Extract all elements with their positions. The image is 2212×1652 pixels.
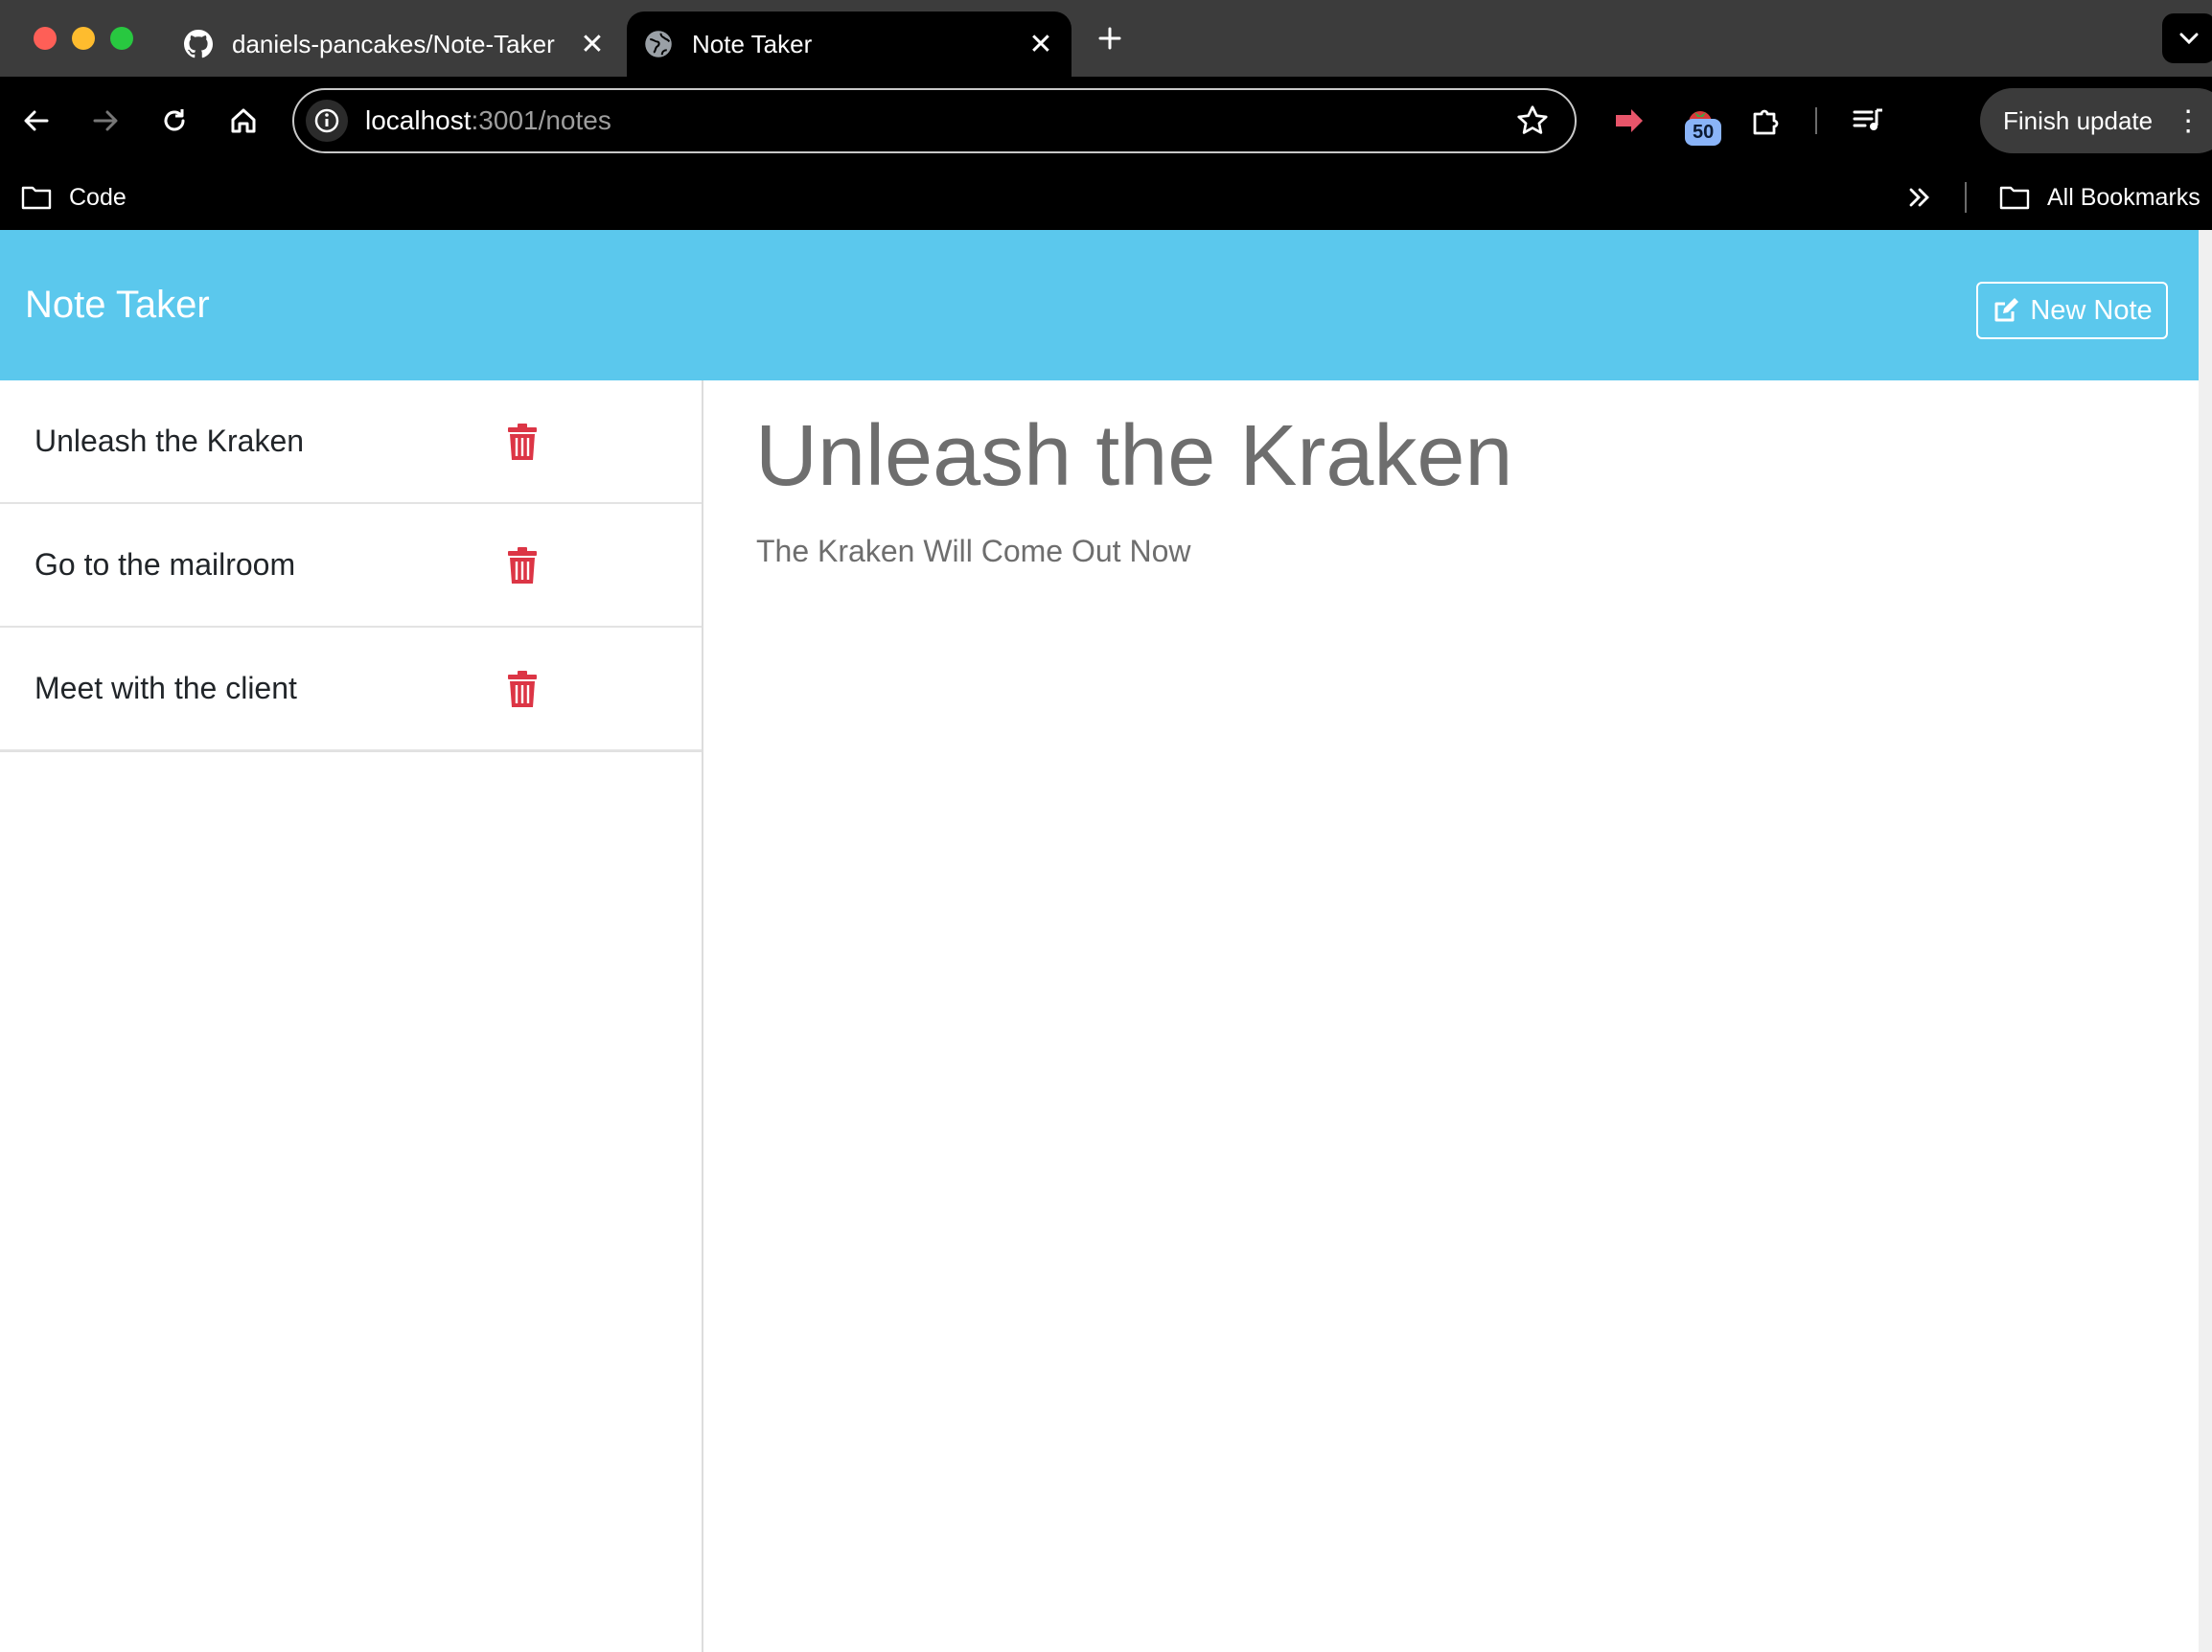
trash-icon[interactable] [506,546,539,585]
folder-icon [1999,185,2030,210]
bookmark-label: Code [69,183,127,211]
all-bookmarks-button[interactable]: All Bookmarks [1999,165,2200,230]
github-icon [184,30,213,58]
new-note-label: New Note [2030,294,2153,326]
folder-icon [21,185,52,210]
note-list-item[interactable]: Unleash the Kraken [0,380,702,504]
note-text-input[interactable]: The Kraken Will Come Out Now [756,534,1190,569]
trash-icon[interactable] [506,670,539,708]
address-bar[interactable]: localhost:3001/notes [292,88,1577,153]
tab-title: Note Taker [692,29,813,58]
notes-sidebar: Unleash the Kraken Go to the mailroom Me… [0,380,703,1652]
note-item-title: Meet with the client [35,671,297,705]
url-path: :3001/notes [471,105,611,135]
trash-icon[interactable] [506,423,539,461]
globe-icon [644,30,673,58]
zoom-window-button[interactable] [110,27,133,50]
tab-note-taker[interactable]: Note Taker ✕ [627,11,1071,77]
home-icon[interactable] [220,98,266,144]
note-list-item[interactable]: Meet with the client [0,628,702,751]
url-host: localhost [365,105,472,135]
edit-icon [1992,296,2020,325]
close-tab-icon[interactable]: ✕ [573,25,611,63]
bookmarks-overflow-chevron-icon[interactable] [1907,165,1932,230]
extension-arrow-icon[interactable] [1606,98,1652,144]
more-options-icon[interactable]: ⋮ [2174,104,2202,138]
browser-toolbar: localhost:3001/notes Finish update ⋮ [0,77,2212,165]
extensions-puzzle-icon[interactable] [1742,98,1788,144]
note-list-item[interactable]: Go to the mailroom [0,504,702,628]
back-arrow-icon[interactable] [13,98,59,144]
bookmarks-bar: Code All Bookmarks [0,165,2212,230]
note-editor: Unleash the Kraken The Kraken Will Come … [705,380,2199,1652]
forward-arrow-icon[interactable] [82,98,128,144]
app-header: Note Taker New Note [0,230,2199,380]
finish-update-label: Finish update [2003,105,2154,135]
media-queue-icon[interactable] [1846,98,1892,144]
bookmark-star-icon[interactable] [1515,103,1550,138]
tab-github[interactable]: daniels-pancakes/Note-Taker ✕ [163,11,623,77]
url-text: localhost:3001/notes [365,105,611,136]
bookmark-folder-code[interactable]: Code [21,165,127,230]
note-list: Unleash the Kraken Go to the mailroom Me… [0,380,702,752]
extension-badge: 50 [1685,119,1722,146]
reload-icon[interactable] [151,98,197,144]
finish-update-button[interactable]: Finish update ⋮ [1980,88,2212,153]
toolbar-divider [1815,107,1817,134]
tab-strip: daniels-pancakes/Note-Taker ✕ Note Taker… [0,0,2212,77]
all-bookmarks-label: All Bookmarks [2047,183,2200,211]
new-note-button[interactable]: New Note [1976,282,2168,339]
app-brand[interactable]: Note Taker [25,230,210,380]
minimize-window-button[interactable] [72,27,95,50]
note-item-title: Go to the mailroom [35,547,296,582]
tab-title: daniels-pancakes/Note-Taker [232,29,555,58]
note-item-title: Unleash the Kraken [35,424,305,458]
note-title-input[interactable]: Unleash the Kraken [755,407,1513,506]
close-tab-icon[interactable]: ✕ [1022,25,1060,63]
site-info-icon[interactable] [306,100,348,142]
close-window-button[interactable] [34,27,57,50]
page-scrollbar[interactable] [2199,230,2212,1652]
new-tab-icon[interactable] [1091,19,1129,57]
tab-search-chevron-icon[interactable] [2162,13,2212,63]
bookmarks-divider [1965,182,1967,213]
